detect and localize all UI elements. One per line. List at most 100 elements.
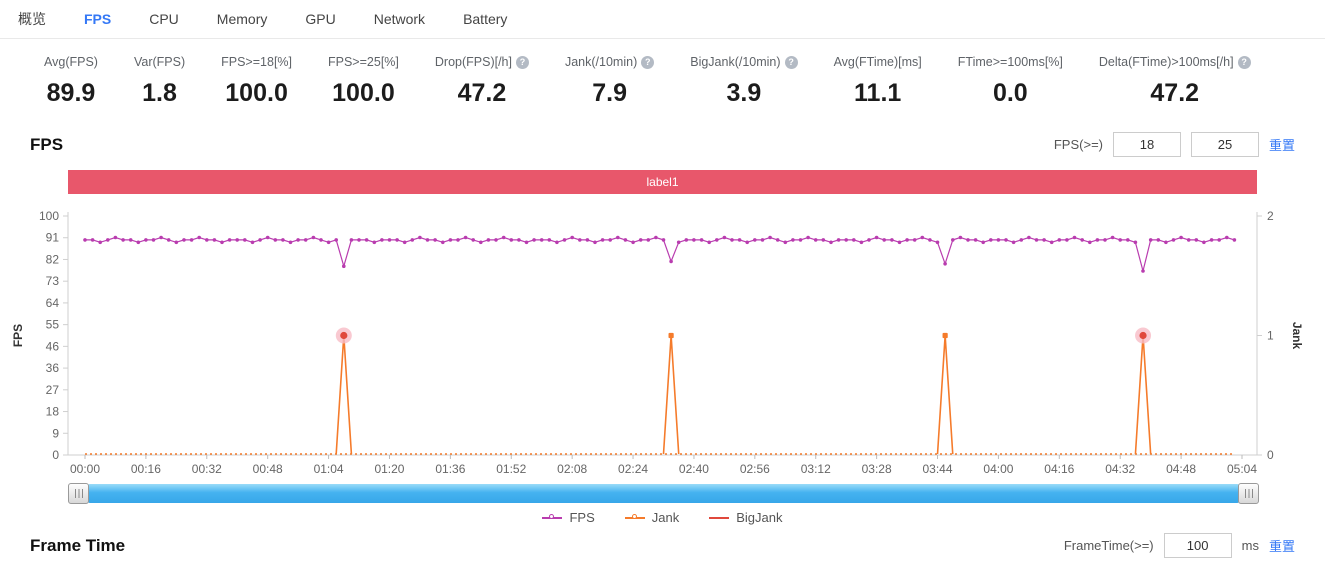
stat-label: Delta(FTime)>100ms[/h]? — [1099, 55, 1251, 69]
frametime-threshold-input[interactable] — [1164, 533, 1232, 558]
stat-label: Var(FPS) — [134, 55, 185, 69]
fps-chart: 10091827364554636271890210FPSJank00:0000… — [0, 208, 1325, 481]
stat-label: Avg(FTime)[ms] — [834, 55, 922, 69]
label-banner-text: label1 — [646, 175, 678, 189]
svg-text:01:36: 01:36 — [435, 462, 465, 476]
nav-tab-gpu[interactable]: GPU — [305, 11, 335, 27]
stat: FPS>=25[%]100.0 — [328, 55, 399, 108]
top-nav: 概览 FPS CPU Memory GPU Network Battery — [0, 0, 1325, 39]
legend-label: BigJank — [736, 510, 782, 525]
nav-tab-fps[interactable]: FPS — [84, 11, 111, 27]
svg-text:100: 100 — [39, 209, 59, 223]
frametime-section-title: Frame Time — [30, 536, 125, 556]
scrollbar-right-handle[interactable] — [1238, 483, 1259, 504]
svg-text:82: 82 — [46, 252, 60, 266]
fps-filter-label: FPS(>=) — [1054, 137, 1103, 152]
legend-label: Jank — [652, 510, 679, 525]
stat-value: 7.9 — [592, 79, 627, 108]
svg-text:2: 2 — [1267, 209, 1274, 223]
svg-text:55: 55 — [46, 318, 60, 332]
legend-item-bigjank[interactable]: BigJank — [709, 510, 782, 525]
legend-label: FPS — [569, 510, 594, 525]
fps-threshold2-input[interactable] — [1191, 132, 1259, 157]
svg-text:9: 9 — [52, 426, 59, 440]
frametime-filter: FrameTime(>=) ms 重置 — [1064, 533, 1295, 558]
legend-marker-icon — [625, 517, 645, 519]
nav-tab-memory[interactable]: Memory — [217, 11, 268, 27]
nav-tab-cpu[interactable]: CPU — [149, 11, 179, 27]
stat: Avg(FTime)[ms] 11.1 — [834, 55, 922, 108]
frametime-reset-link[interactable]: 重置 — [1269, 536, 1295, 555]
stats-row: Avg(FPS)89.9 Var(FPS)1.8 FPS>=18[%]100.0 FP… — [0, 39, 1325, 108]
legend-item-fps[interactable]: FPS — [542, 510, 594, 525]
fps-filter: FPS(>=) 重置 — [1054, 132, 1295, 157]
stat-label: Drop(FPS)[/h]? — [435, 55, 529, 69]
svg-text:02:24: 02:24 — [618, 462, 648, 476]
svg-text:91: 91 — [46, 231, 60, 245]
nav-tab-概览[interactable]: 概览 — [18, 9, 46, 29]
svg-text:00:16: 00:16 — [131, 462, 161, 476]
help-icon[interactable]: ? — [516, 56, 529, 69]
stat-value: 11.1 — [854, 79, 901, 108]
stat: FTime>=100ms[%] 0.0 — [958, 55, 1063, 108]
stat: Jank(/10min)?7.9 — [565, 55, 654, 108]
stat: Delta(FTime)>100ms[/h]? 47.2 — [1099, 55, 1251, 108]
svg-text:46: 46 — [46, 339, 60, 353]
svg-text:0: 0 — [1267, 448, 1274, 462]
svg-text:73: 73 — [46, 274, 60, 288]
nav-tab-battery[interactable]: Battery — [463, 11, 507, 27]
stat-value: 0.0 — [993, 79, 1028, 108]
svg-text:03:12: 03:12 — [801, 462, 831, 476]
fps-section-title: FPS — [30, 135, 63, 155]
stat-label: BigJank(/10min)? — [690, 55, 797, 69]
svg-text:FPS: FPS — [11, 324, 25, 347]
fps-threshold1-input[interactable] — [1113, 132, 1181, 157]
fps-reset-link[interactable]: 重置 — [1269, 135, 1295, 154]
stat-label: FPS>=25[%] — [328, 55, 399, 69]
legend-item-jank[interactable]: Jank — [625, 510, 679, 525]
stat-value: 3.9 — [727, 79, 762, 108]
scrollbar-track[interactable] — [88, 484, 1239, 503]
svg-text:00:32: 00:32 — [192, 462, 222, 476]
nav-tab-network[interactable]: Network — [374, 11, 425, 27]
svg-text:27: 27 — [46, 383, 60, 397]
stat: Avg(FPS)89.9 — [44, 55, 98, 108]
stat: Var(FPS)1.8 — [134, 55, 185, 108]
svg-text:00:00: 00:00 — [70, 462, 100, 476]
frametime-filter-label: FrameTime(>=) — [1064, 538, 1154, 553]
frametime-unit: ms — [1242, 538, 1259, 553]
label-banner: label1 — [68, 170, 1257, 194]
svg-text:04:48: 04:48 — [1166, 462, 1196, 476]
svg-text:03:28: 03:28 — [862, 462, 892, 476]
stat: FPS>=18[%]100.0 — [221, 55, 292, 108]
svg-text:05:04: 05:04 — [1227, 462, 1257, 476]
svg-text:02:40: 02:40 — [679, 462, 709, 476]
chart-legend: FPS Jank BigJank — [0, 510, 1325, 525]
svg-text:03:44: 03:44 — [923, 462, 953, 476]
svg-text:Jank: Jank — [1290, 322, 1304, 350]
legend-marker-icon — [709, 517, 729, 519]
stat-value: 47.2 — [458, 79, 507, 108]
stat-value: 47.2 — [1150, 79, 1199, 108]
help-icon[interactable]: ? — [1238, 56, 1251, 69]
legend-ring-icon — [549, 514, 554, 519]
svg-text:04:00: 04:00 — [983, 462, 1013, 476]
svg-text:02:56: 02:56 — [740, 462, 770, 476]
frametime-section-header: Frame Time FrameTime(>=) ms 重置 — [0, 533, 1325, 558]
stat: Drop(FPS)[/h]? 47.2 — [435, 55, 529, 108]
grip-icon — [1245, 489, 1253, 498]
svg-text:01:52: 01:52 — [496, 462, 526, 476]
scrollbar-left-handle[interactable] — [68, 483, 89, 504]
svg-text:1: 1 — [1267, 329, 1274, 343]
legend-marker-icon — [542, 517, 562, 519]
grip-icon — [75, 489, 83, 498]
stat-label: FTime>=100ms[%] — [958, 55, 1063, 69]
help-icon[interactable]: ? — [641, 56, 654, 69]
svg-text:00:48: 00:48 — [253, 462, 283, 476]
chart-zoom-scrollbar[interactable] — [68, 483, 1259, 504]
help-icon[interactable]: ? — [785, 56, 798, 69]
stat: BigJank(/10min)? 3.9 — [690, 55, 797, 108]
stat-label: Avg(FPS) — [44, 55, 98, 69]
legend-ring-icon — [632, 514, 637, 519]
svg-text:01:04: 01:04 — [314, 462, 344, 476]
